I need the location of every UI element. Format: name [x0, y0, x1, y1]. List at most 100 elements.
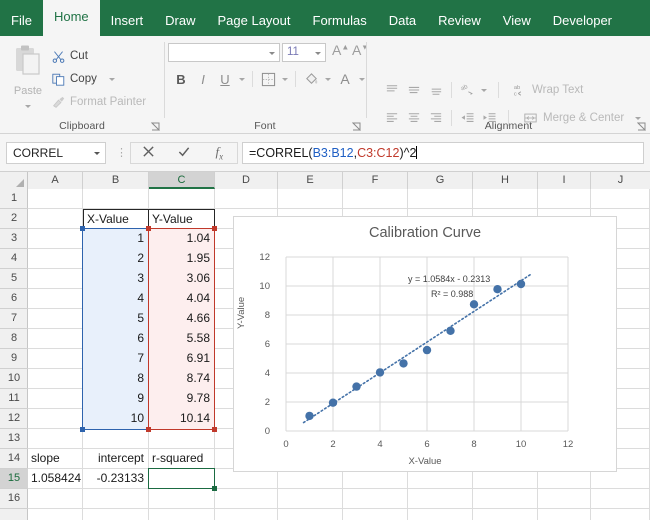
row-header-7[interactable]: 7: [0, 309, 28, 329]
ribbon-tab-home[interactable]: Home: [43, 0, 100, 36]
fill-color-button[interactable]: [300, 68, 322, 90]
ribbon-tab-page-layout[interactable]: Page Layout: [207, 6, 302, 36]
align-center-button[interactable]: [403, 108, 425, 128]
ribbon-tab-data[interactable]: Data: [378, 6, 427, 36]
name-box-caret-icon[interactable]: [94, 152, 100, 155]
chart-object[interactable]: Calibration Curve Y-Value X-Value 12 10 …: [233, 216, 617, 472]
formula-ref-b: B3:B12: [313, 146, 354, 160]
merge-center-button[interactable]: Merge & Center: [523, 111, 641, 125]
borders-dropdown-caret-icon[interactable]: [279, 68, 291, 90]
cell-C2[interactable]: Y-Value: [148, 209, 215, 229]
merge-center-label: Merge & Center: [543, 112, 624, 124]
row-header-11[interactable]: 11: [0, 389, 28, 409]
bold-button[interactable]: B: [170, 68, 192, 90]
column-header-I[interactable]: I: [538, 172, 591, 189]
vertical-align-row: ab ab c Wrap Text: [381, 80, 583, 100]
increase-font-size-button[interactable]: A▲: [332, 42, 349, 58]
underline-dropdown-caret-icon[interactable]: [236, 68, 248, 90]
align-middle-button[interactable]: [403, 80, 425, 100]
align-bottom-button[interactable]: [425, 80, 447, 100]
decrease-indent-button[interactable]: [456, 108, 478, 128]
row-header-1[interactable]: 1: [0, 189, 28, 209]
row-header-6[interactable]: 6: [0, 289, 28, 309]
column-header-C[interactable]: C: [149, 172, 215, 189]
merge-center-dropdown-caret-icon[interactable]: [635, 117, 641, 120]
clipboard-dialog-launcher-icon[interactable]: [151, 122, 160, 131]
increase-indent-button[interactable]: [478, 108, 500, 128]
ribbon-tab-view[interactable]: View: [492, 6, 542, 36]
ribbon-tab-file[interactable]: File: [0, 6, 43, 36]
row-header-5[interactable]: 5: [0, 269, 28, 289]
range-handle-y-bl[interactable]: [146, 427, 151, 432]
row-header-14[interactable]: 14: [0, 449, 28, 469]
column-header-G[interactable]: G: [408, 172, 473, 189]
select-all-corner[interactable]: [0, 172, 28, 189]
orientation-dropdown-caret-icon[interactable]: [478, 80, 490, 100]
cell-C14[interactable]: r-squared: [149, 449, 215, 469]
underline-button[interactable]: U: [214, 68, 236, 90]
formula-input[interactable]: =CORREL(B3:B12,C3:C12)^2: [242, 142, 644, 164]
enter-icon[interactable]: [170, 145, 198, 161]
copy-dropdown-caret-icon[interactable]: [109, 78, 115, 81]
cell-A15[interactable]: 1.058424: [28, 469, 81, 489]
align-top-button[interactable]: [381, 80, 403, 100]
ribbon-tab-developer[interactable]: Developer: [542, 6, 623, 36]
range-handle-y-br[interactable]: [212, 427, 217, 432]
ribbon-tab-review[interactable]: Review: [427, 6, 492, 36]
format-painter-button[interactable]: Format Painter: [52, 92, 146, 112]
range-handle-x-bl[interactable]: [80, 427, 85, 432]
align-right-button[interactable]: [425, 108, 447, 128]
increase-indent-icon: [482, 112, 497, 124]
paintbrush-icon: [52, 96, 65, 109]
range-handle-y-tr[interactable]: [212, 226, 217, 231]
cancel-icon[interactable]: [135, 145, 163, 161]
ribbon-tab-formulas[interactable]: Formulas: [302, 6, 378, 36]
row-header-13[interactable]: 13: [0, 429, 28, 449]
align-middle-icon: [407, 84, 421, 96]
cell-B14[interactable]: intercept: [83, 449, 147, 469]
paste-dropdown-caret-icon[interactable]: [25, 105, 31, 108]
range-handle-y-tl[interactable]: [146, 226, 151, 231]
cell-B2[interactable]: X-Value: [83, 209, 149, 229]
row-header-10[interactable]: 10: [0, 369, 28, 389]
column-header-A[interactable]: A: [28, 172, 83, 189]
align-left-button[interactable]: [381, 108, 403, 128]
range-handle-x-tl[interactable]: [80, 226, 85, 231]
paste-button[interactable]: Paste: [6, 42, 50, 110]
row-header-12[interactable]: 12: [0, 409, 28, 429]
font-size-input[interactable]: 11: [282, 43, 326, 62]
row-header-4[interactable]: 4: [0, 249, 28, 269]
cut-label: Cut: [70, 50, 88, 62]
name-box[interactable]: CORREL: [6, 142, 106, 164]
row-header-9[interactable]: 9: [0, 349, 28, 369]
column-header-E[interactable]: E: [278, 172, 343, 189]
copy-button[interactable]: Copy: [52, 69, 115, 89]
insert-function-icon[interactable]: fx: [205, 144, 233, 162]
font-color-button[interactable]: A: [334, 68, 356, 90]
active-cell-C15[interactable]: [148, 468, 215, 489]
font-name-caret-icon[interactable]: [269, 52, 275, 55]
row-header-16[interactable]: 16: [0, 489, 28, 509]
column-header-J[interactable]: J: [591, 172, 650, 189]
column-header-H[interactable]: H: [473, 172, 538, 189]
column-header-D[interactable]: D: [215, 172, 278, 189]
row-header-8[interactable]: 8: [0, 329, 28, 349]
font-name-input[interactable]: [168, 43, 280, 62]
cut-button[interactable]: Cut: [52, 46, 88, 66]
row-header-3[interactable]: 3: [0, 229, 28, 249]
column-header-B[interactable]: B: [83, 172, 149, 189]
column-header-F[interactable]: F: [343, 172, 408, 189]
ribbon-tab-insert[interactable]: Insert: [100, 6, 155, 36]
wrap-text-button[interactable]: ab c Wrap Text: [513, 83, 583, 97]
row-header-2[interactable]: 2: [0, 209, 28, 229]
row-header-15[interactable]: 15: [0, 469, 28, 489]
fill-color-dropdown-caret-icon[interactable]: [322, 68, 334, 90]
borders-button[interactable]: [257, 68, 279, 90]
font-size-caret-icon[interactable]: [315, 52, 321, 55]
ribbon-tab-draw[interactable]: Draw: [154, 6, 206, 36]
font-dialog-launcher-icon[interactable]: [352, 122, 361, 131]
orientation-button[interactable]: ab: [456, 80, 478, 100]
cell-A14[interactable]: slope: [28, 449, 82, 469]
cell-B15[interactable]: -0.23133: [83, 469, 147, 489]
italic-button[interactable]: I: [192, 68, 214, 90]
